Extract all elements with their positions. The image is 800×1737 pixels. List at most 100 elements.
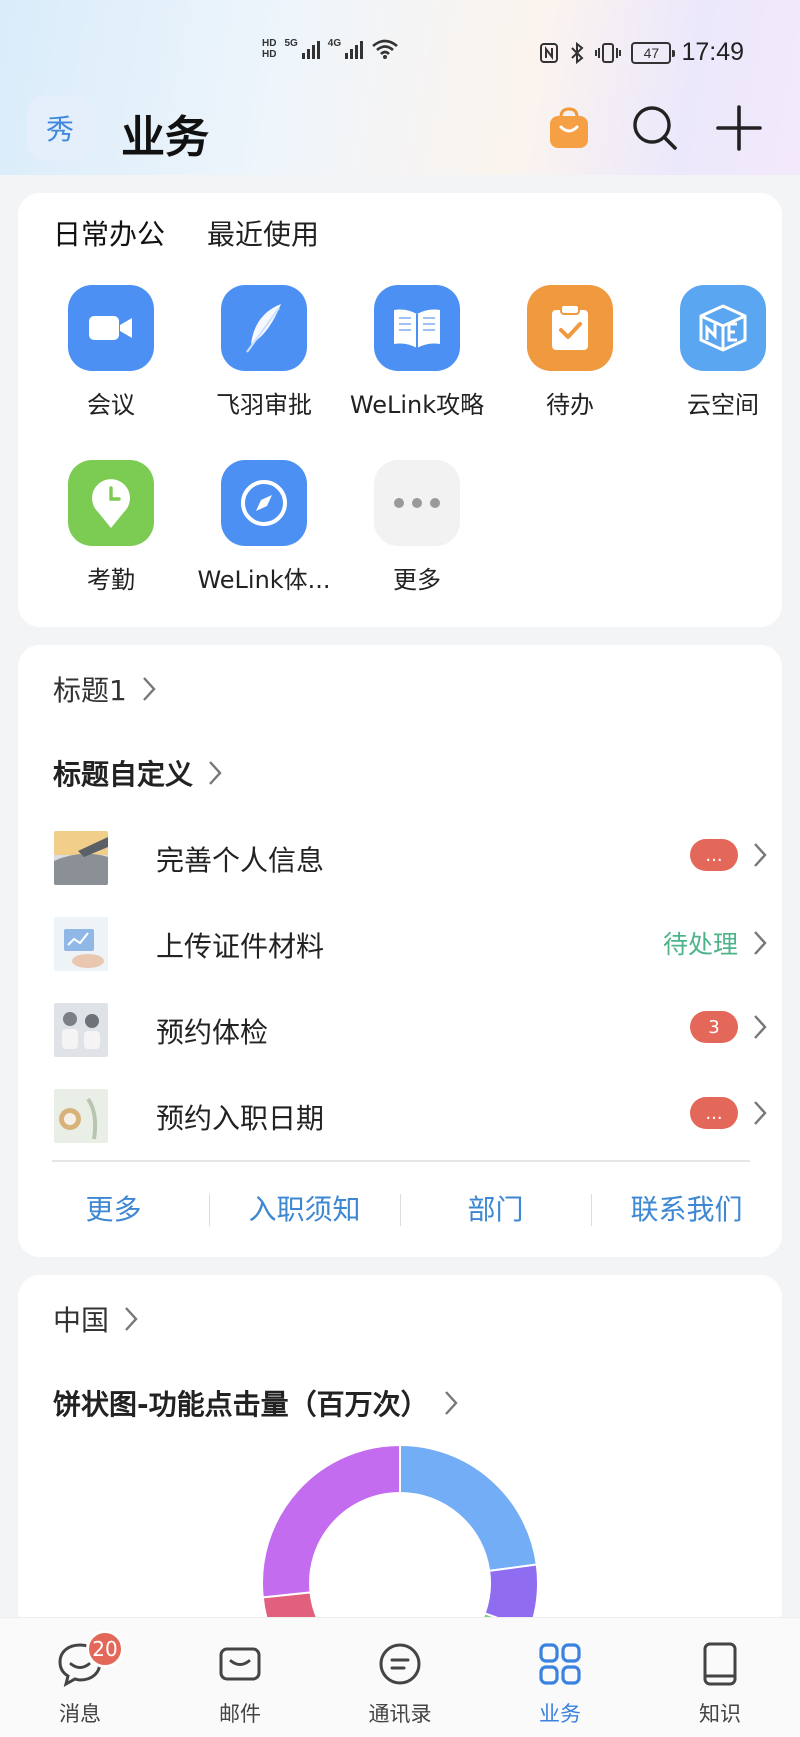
quick-links: 更多 入职须知 部门 联系我们: [18, 1180, 782, 1240]
link-more[interactable]: 更多: [18, 1180, 209, 1240]
section-title-1[interactable]: 标题1: [53, 669, 157, 709]
compass-icon: [221, 460, 307, 546]
notification-badge: ...: [690, 1097, 738, 1129]
app-attendance[interactable]: 考勤: [36, 460, 186, 595]
search-icon[interactable]: [630, 103, 680, 153]
divider: [52, 1160, 750, 1162]
tab-contacts[interactable]: 通讯录: [320, 1618, 480, 1737]
clock: 17:49: [681, 38, 744, 66]
chevron-right-icon: [754, 1015, 767, 1039]
app-meeting[interactable]: 会议: [36, 285, 186, 420]
list-item-label: 预约体检: [156, 1016, 269, 1049]
shopping-bag-icon[interactable]: [544, 103, 594, 153]
cloud-space-cube-icon: [680, 285, 766, 371]
pending-status: 待处理: [662, 930, 738, 959]
chevron-right-icon: [754, 1101, 767, 1125]
tab-label: 消息: [59, 1702, 101, 1726]
hd-indicator: HD HD: [262, 38, 277, 60]
app-label: 会议: [87, 391, 135, 419]
section-title-custom[interactable]: 标题自定义: [53, 753, 223, 793]
tab-label: 业务: [539, 1702, 581, 1726]
network-indicators: HD HD 5G 4G: [262, 38, 399, 60]
list-item-label: 预约入职日期: [156, 1102, 325, 1135]
system-indicators: 47 17:49: [539, 38, 744, 67]
list-item-trailing: 3: [690, 1011, 768, 1043]
tab-recently-used[interactable]: 最近使用: [207, 213, 319, 253]
bottom-tab-bar: 20 消息 邮件 通讯录 业务 知识: [0, 1617, 800, 1737]
thumbnail-image: [54, 1089, 108, 1143]
app-label: 考勤: [87, 566, 135, 594]
link-contact-us[interactable]: 联系我们: [591, 1180, 782, 1240]
thumbnail-image: [54, 1003, 108, 1057]
chevron-right-icon: [754, 843, 767, 867]
list-item-book-medical-exam[interactable]: 预约体检 3: [54, 997, 768, 1067]
page-header: 秀 业务: [0, 95, 800, 165]
app-label: 飞羽审批: [216, 391, 312, 419]
list-item-trailing: ...: [690, 839, 768, 871]
network-type-label: 5G: [284, 38, 298, 49]
tab-knowledge[interactable]: 知识: [640, 1618, 800, 1737]
tab-mail[interactable]: 邮件: [160, 1618, 320, 1737]
link-department[interactable]: 部门: [400, 1180, 591, 1240]
app-label: WeLink体...: [197, 566, 331, 594]
app-label: WeLink攻略: [349, 391, 485, 419]
office-tabs: 日常办公 最近使用: [53, 213, 319, 253]
notification-badge: ...: [690, 839, 738, 871]
app-todo[interactable]: 待办: [495, 285, 645, 420]
onboarding-card: 标题1 标题自定义 完善个人信息 ... 上传证件材料 待处理 预约体检 3 预…: [18, 645, 782, 1257]
list-item-label: 上传证件材料: [156, 930, 325, 963]
pie-slice-A[interactable]: [399, 1443, 538, 1573]
add-icon[interactable]: [714, 103, 764, 153]
more-dots-icon: [374, 460, 460, 546]
notification-badge: 3: [690, 1011, 738, 1043]
tab-messages[interactable]: 20 消息: [0, 1618, 160, 1737]
app-feiyu-approval[interactable]: 飞羽审批: [189, 285, 339, 420]
clipboard-check-icon: [527, 285, 613, 371]
chevron-right-icon: [142, 677, 156, 701]
battery-indicator: 47: [631, 41, 676, 64]
nfc-icon: [540, 42, 559, 63]
page-title: 业务: [121, 112, 209, 163]
video-camera-icon: [68, 285, 154, 371]
tab-label: 知识: [699, 1702, 741, 1726]
vibrate-icon: [595, 42, 622, 63]
chevron-right-icon: [209, 761, 222, 785]
status-bar: HD HD 5G 4G 47 17:49: [0, 30, 800, 78]
network-type-label: 4G: [327, 38, 342, 49]
app-welink-guide[interactable]: WeLink攻略: [342, 285, 492, 420]
pie-slice-F[interactable]: [261, 1443, 401, 1599]
app-label: 待办: [546, 391, 594, 419]
app-label: 云空间: [687, 391, 759, 419]
signal-strength-icon: [301, 39, 320, 59]
list-item-book-onboarding-date[interactable]: 预约入职日期 ...: [54, 1083, 768, 1153]
tab-daily-office[interactable]: 日常办公: [53, 213, 165, 253]
link-onboarding-notice[interactable]: 入职须知: [209, 1180, 400, 1240]
open-book-icon: [374, 285, 460, 371]
donut-chart: [261, 1443, 539, 1635]
section-title-text: 标题1: [53, 674, 127, 707]
app-label: 更多: [393, 566, 441, 594]
tab-label: 邮件: [219, 1702, 261, 1726]
mail-icon: [219, 1647, 261, 1681]
knowledge-book-icon: [703, 1642, 737, 1686]
list-item-upload-documents[interactable]: 上传证件材料 待处理: [54, 911, 768, 981]
chart-card: 中国 饼状图-功能点击量（百万次）: [18, 1275, 782, 1635]
bluetooth-icon: [571, 41, 584, 64]
signal-strength-icon: [345, 39, 364, 59]
list-item-complete-profile[interactable]: 完善个人信息 ...: [54, 825, 768, 895]
tab-label: 通讯录: [368, 1702, 432, 1726]
section-title-text: 标题自定义: [53, 758, 194, 791]
business-grid-icon: [539, 1643, 581, 1685]
feather-icon: [221, 285, 307, 371]
thumbnail-image: [54, 831, 108, 885]
clock-pin-icon: [68, 460, 154, 546]
app-welink-experience[interactable]: WeLink体...: [189, 460, 339, 595]
avatar[interactable]: 秀: [27, 95, 93, 161]
tab-business[interactable]: 业务: [480, 1618, 640, 1737]
list-item-label: 完善个人信息: [156, 844, 325, 877]
unread-badge: 20: [86, 1630, 124, 1668]
app-more[interactable]: 更多: [342, 460, 492, 595]
wifi-icon: [372, 39, 398, 59]
app-cloud-space[interactable]: 云空间: [648, 285, 798, 420]
list-item-trailing: ...: [690, 1097, 768, 1129]
